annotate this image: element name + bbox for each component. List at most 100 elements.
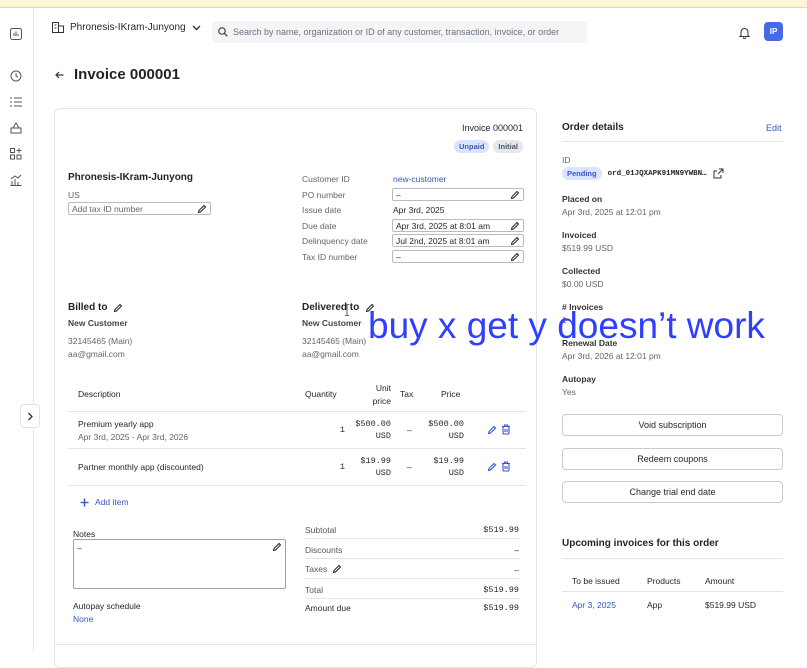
order-id-row: Pending ord_01JQXAPK91MN9YWBN… [562, 167, 724, 180]
renewal-date-value: Apr 3rd, 2026 at 12:01 pm [562, 351, 661, 361]
list-icon[interactable] [8, 94, 24, 110]
taxes-label: Taxes [305, 564, 328, 574]
line-item-price: $500.00 USD [416, 418, 464, 442]
divider [562, 591, 783, 592]
search-input[interactable] [233, 27, 583, 37]
divider [68, 485, 526, 486]
trash-icon[interactable] [501, 461, 511, 472]
total-value: $519.99 [483, 585, 519, 595]
page-header: Invoice 000001 [55, 66, 180, 83]
notes-value: – [77, 543, 82, 553]
external-link-icon[interactable] [713, 168, 724, 179]
upcoming-amount: $519.99 USD [705, 600, 757, 610]
status-badge-pending: Pending [562, 167, 602, 180]
global-search[interactable] [212, 21, 587, 43]
po-number-label: PO number [302, 190, 346, 200]
billed-to-title: Billed to [68, 302, 108, 313]
tax-id-number-value: – [396, 251, 401, 262]
pencil-icon[interactable] [272, 542, 282, 552]
back-arrow-icon[interactable] [55, 71, 64, 79]
delinquency-date-value: Jul 2nd, 2025 at 8:01 am [396, 235, 490, 246]
tax-id-number-label: Tax ID number [302, 252, 358, 262]
amount-due-value: $519.99 [483, 603, 519, 613]
pencil-icon[interactable] [197, 204, 207, 214]
analytics-icon[interactable] [8, 172, 24, 188]
pencil-icon[interactable] [113, 303, 123, 313]
search-icon [218, 27, 228, 37]
delivered-to-email: aa@gmail.com [302, 349, 359, 359]
seller-country: US [68, 190, 80, 200]
col-description: Description [78, 389, 121, 399]
price-amount: $19.99 [433, 456, 464, 466]
text-cursor-icon [344, 304, 350, 316]
tax-id-field[interactable]: Add tax ID number [68, 202, 211, 215]
apps-icon[interactable] [8, 146, 24, 162]
po-number-field[interactable]: – [392, 188, 524, 201]
notes-textarea[interactable]: – [73, 539, 286, 589]
void-subscription-button[interactable]: Void subscription [562, 414, 783, 436]
delinquency-date-field[interactable]: Jul 2nd, 2025 at 8:01 am [392, 234, 524, 247]
add-item-button[interactable]: Add item [80, 497, 129, 507]
chevron-right-icon [27, 412, 33, 420]
divider [305, 578, 520, 579]
invoiced-label: Invoiced [562, 230, 597, 240]
autopay-schedule-label: Autopay schedule [73, 601, 141, 611]
invoice-label: Invoice 000001 [461, 123, 523, 133]
org-switcher[interactable]: Phronesis-IKram-Junyong [52, 22, 201, 33]
status-badge-unpaid: Unpaid [453, 140, 490, 153]
delivered-to-phone: 32145465 (Main) [302, 336, 367, 346]
line-item-tax: – [407, 425, 412, 435]
trash-icon[interactable] [501, 424, 511, 435]
col-amount: Amount [705, 576, 735, 586]
pencil-icon[interactable] [510, 236, 520, 246]
redeem-coupons-button[interactable]: Redeem coupons [562, 448, 783, 470]
taxes-row-label: Taxes [305, 564, 342, 574]
issue-date-value: Apr 3rd, 2025 [393, 205, 445, 215]
clock-icon[interactable] [8, 68, 24, 84]
notes-label: Notes [73, 529, 96, 539]
pencil-icon[interactable] [487, 462, 497, 472]
order-edit-link[interactable]: Edit [766, 123, 782, 133]
divider [55, 644, 536, 645]
box-icon[interactable] [8, 120, 24, 136]
pencil-icon[interactable] [510, 252, 520, 262]
dashboard-icon[interactable] [8, 26, 24, 42]
pencil-icon[interactable] [510, 221, 520, 231]
delinquency-date-label: Delinquency date [302, 236, 368, 246]
col-unit-price-line1: Unit [375, 383, 391, 393]
unit-price-amount: $19.99 [360, 456, 391, 466]
avatar[interactable]: IP [764, 22, 783, 41]
placed-on-label: Placed on [562, 194, 603, 204]
billed-to-name: New Customer [68, 318, 128, 328]
invoice-card: Invoice 000001 Unpaid Initial Phronesis-… [54, 108, 537, 668]
col-to-be-issued: To be issued [572, 576, 620, 586]
seller-name: Phronesis-IKram-Junyong [68, 172, 194, 183]
pencil-icon[interactable] [487, 425, 497, 435]
col-tax: Tax [400, 389, 414, 399]
placed-on-value: Apr 3rd, 2025 at 12:01 pm [562, 207, 661, 217]
pencil-icon[interactable] [510, 190, 520, 200]
bell-icon[interactable] [738, 26, 751, 44]
tax-id-number-field[interactable]: – [392, 250, 524, 263]
pencil-icon[interactable] [332, 564, 342, 574]
autopay-value: Yes [562, 387, 576, 397]
org-name: Phronesis-IKram-Junyong [70, 22, 186, 33]
customer-id-link[interactable]: new-customer [393, 174, 446, 184]
autopay-schedule-value[interactable]: None [73, 614, 93, 624]
billed-to-phone: 32145465 (Main) [68, 336, 133, 346]
delivered-to-title: Delivered to [302, 302, 360, 313]
price-amount: $500.00 [428, 419, 464, 429]
change-trial-end-date-button[interactable]: Change trial end date [562, 481, 783, 503]
line-item-unit-price: $19.99 USD [343, 455, 391, 479]
divider [562, 558, 783, 559]
line-item-tax: – [407, 462, 412, 472]
divider [68, 448, 526, 449]
line-item-period: Apr 3rd, 2025 - Apr 3rd, 2026 [78, 432, 189, 442]
order-id-value[interactable]: ord_01JQXAPK91MN9YWBN… [608, 170, 707, 178]
nav-rail [0, 8, 34, 651]
divider [562, 141, 783, 142]
subtotal-label: Subtotal [305, 525, 337, 535]
expand-sidebar-button[interactable] [20, 404, 40, 428]
due-date-field[interactable]: Apr 3rd, 2025 at 8:01 am [392, 219, 524, 232]
upcoming-date-link[interactable]: Apr 3, 2025 [572, 600, 616, 610]
